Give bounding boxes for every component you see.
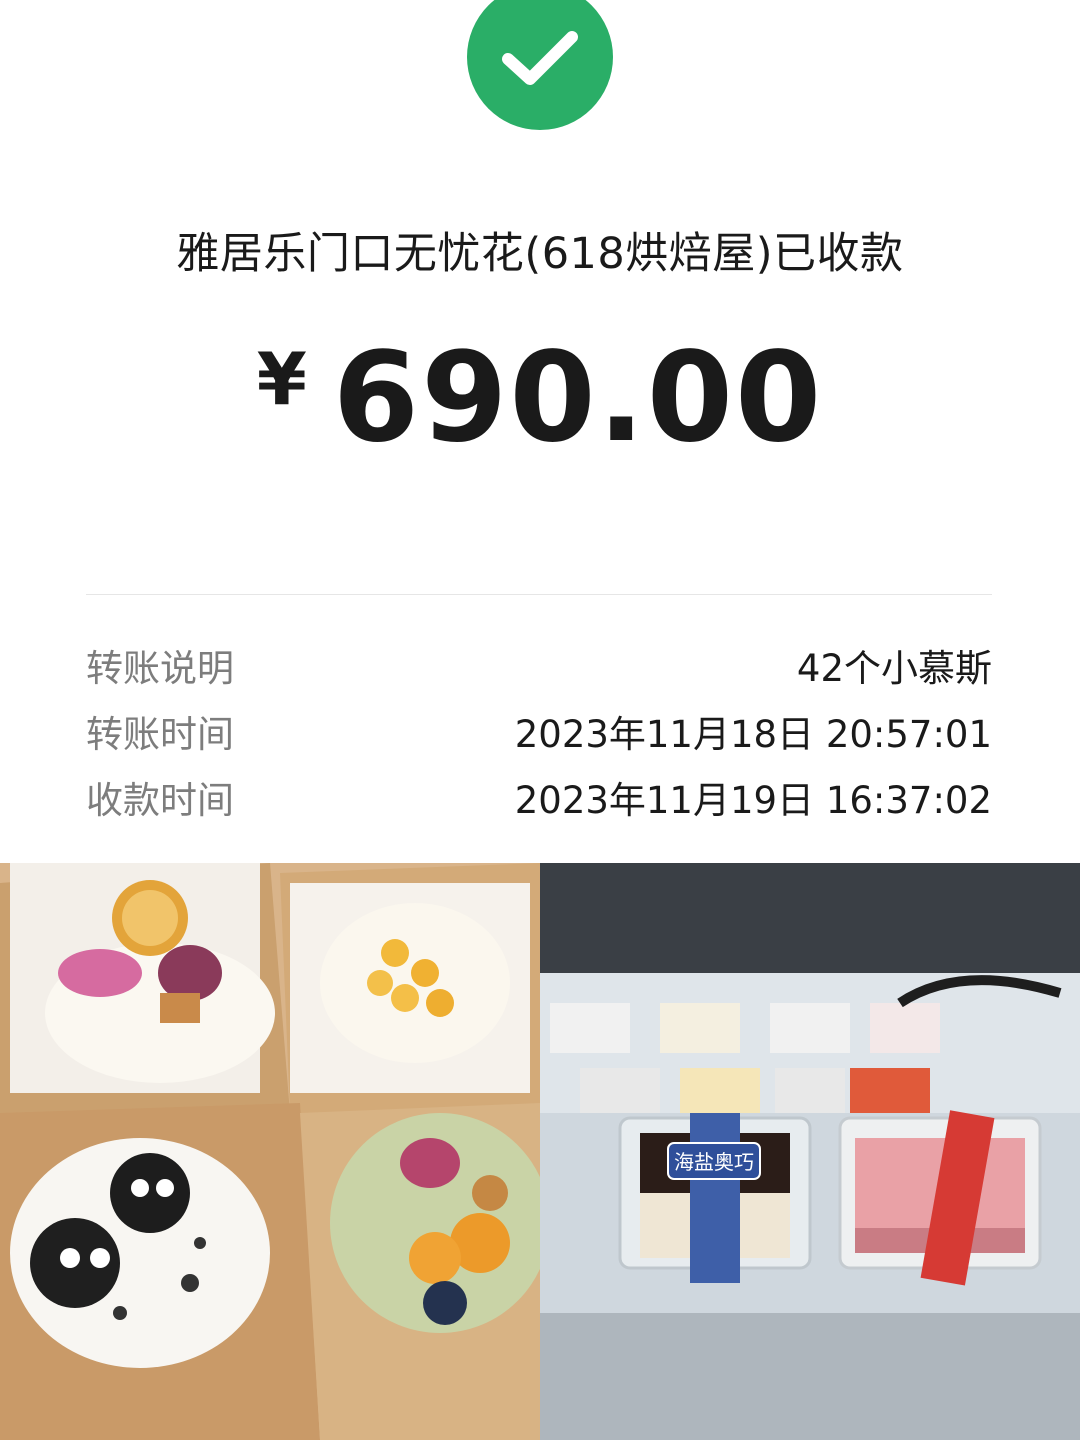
cake-box-label: 海盐奥巧	[674, 1150, 754, 1174]
check-icon	[502, 31, 578, 85]
detail-row-transfer-time: 转账时间 2023年11月18日 20:57:01	[86, 698, 992, 764]
detail-value: 2023年11月19日 16:37:02	[514, 779, 992, 822]
currency-symbol: ¥	[256, 337, 307, 421]
detail-value: 2023年11月18日 20:57:01	[514, 713, 992, 756]
photo-mousse-cakes	[0, 863, 540, 1440]
detail-row-received-time: 收款时间 2023年11月19日 16:37:02	[86, 764, 992, 830]
amount-value: 690.00	[332, 326, 824, 470]
transfer-details: 转账说明 42个小慕斯 转账时间 2023年11月18日 20:57:01 收款…	[86, 632, 992, 830]
detail-label: 转账时间	[86, 713, 234, 756]
photo-display-case: 海盐奥巧	[540, 863, 1080, 1440]
amount-display: ¥690.00	[0, 326, 1080, 470]
detail-label: 转账说明	[86, 647, 234, 690]
success-check-badge	[467, 0, 613, 130]
divider	[86, 594, 992, 595]
detail-label: 收款时间	[86, 779, 234, 822]
photo-strip: 海盐奥巧	[0, 863, 1080, 1440]
detail-row-note: 转账说明 42个小慕斯	[86, 632, 992, 698]
payee-received-title: 雅居乐门口无忧花(618烘焙屋)已收款	[176, 229, 904, 279]
detail-value: 42个小慕斯	[796, 647, 992, 690]
